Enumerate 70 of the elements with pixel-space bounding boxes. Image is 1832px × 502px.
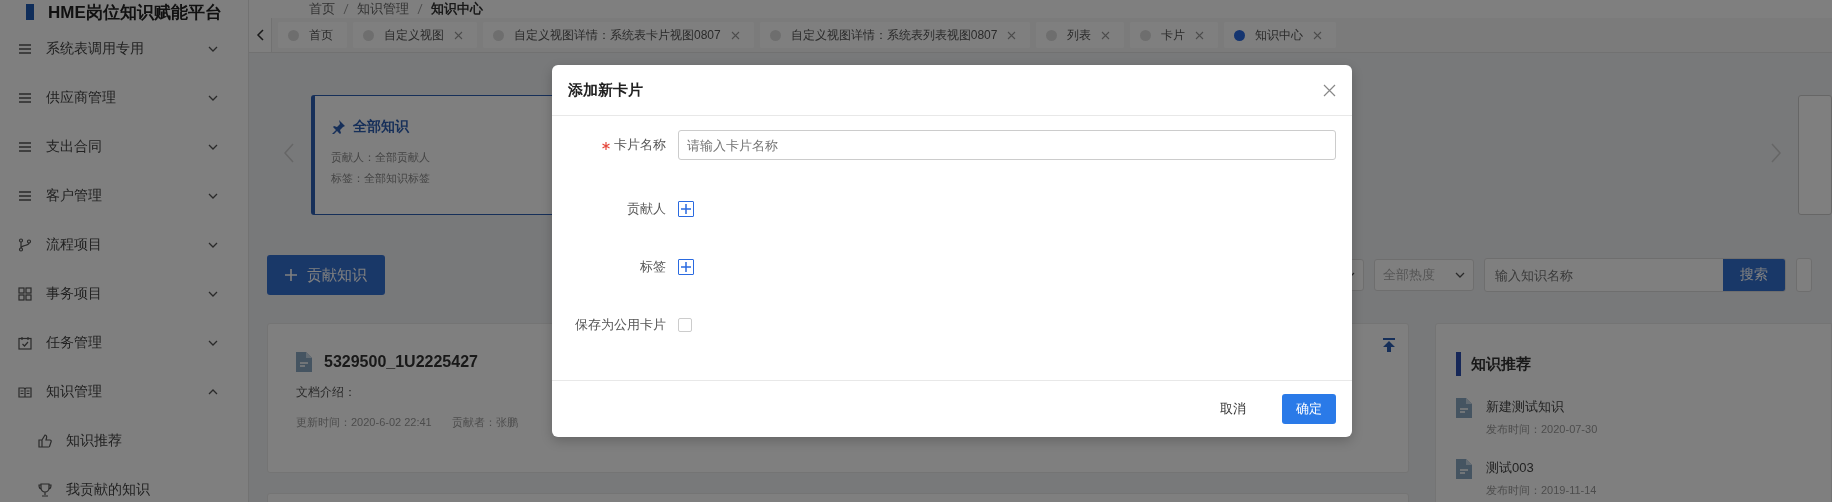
- breadcrumb-separator-icon: [417, 3, 423, 15]
- book-icon: [18, 384, 32, 399]
- close-icon[interactable]: [1101, 30, 1111, 40]
- menu-icon: [18, 188, 32, 203]
- sidebar-item[interactable]: 供应商管理: [0, 73, 248, 122]
- sidebar-item[interactable]: 支出合同: [0, 122, 248, 171]
- grid-icon: [18, 286, 32, 301]
- close-button[interactable]: [1323, 83, 1336, 97]
- page-tab[interactable]: 知识中心: [1224, 22, 1337, 48]
- sidebar-item[interactable]: 事务项目: [0, 269, 248, 318]
- page-tab[interactable]: 首页: [278, 22, 347, 48]
- panel-title: 知识推荐: [1456, 352, 1811, 376]
- document-icon: [1456, 459, 1472, 479]
- field-label: 贡献人: [626, 200, 667, 218]
- breadcrumb-separator-icon: [343, 3, 349, 15]
- sidebar-item[interactable]: 任务管理: [0, 318, 248, 367]
- close-icon[interactable]: [730, 30, 740, 40]
- calendar-icon: [18, 335, 32, 350]
- branch-icon: [18, 237, 32, 252]
- breadcrumb-item[interactable]: 知识中心: [431, 0, 483, 18]
- field-label: 标签: [639, 258, 667, 276]
- menu-icon: [18, 41, 32, 56]
- add-button[interactable]: [678, 201, 694, 217]
- plus-icon: [285, 269, 297, 281]
- sidebar-item[interactable]: 客户管理: [0, 171, 248, 220]
- chevron-icon: [1455, 270, 1465, 280]
- logo-icon: [26, 4, 34, 20]
- chevron-left-icon: [256, 29, 264, 41]
- page-tab[interactable]: 卡片: [1130, 22, 1219, 48]
- sidebar-item[interactable]: 知识推荐: [0, 416, 248, 465]
- recommend-title[interactable]: 新建测试知识: [1486, 398, 1598, 416]
- confirm-button[interactable]: 确定: [1282, 394, 1336, 424]
- add-button[interactable]: [678, 259, 694, 275]
- tab-dot-icon: [1234, 29, 1246, 41]
- app-title: HME岗位知识赋能平台: [48, 1, 222, 24]
- page-tab[interactable]: 自定义视图详情：系统表列表视图0807: [759, 22, 1031, 48]
- view-card[interactable]: [1798, 95, 1832, 215]
- menu-icon: [18, 139, 32, 154]
- breadcrumb-item[interactable]: 首页: [309, 0, 335, 18]
- page-tab[interactable]: 自定义视图详情：系统表卡片视图0807: [483, 22, 754, 48]
- document-title: 5329500_1U2225427: [324, 353, 478, 371]
- card-name-field[interactable]: 请输入卡片名称: [678, 130, 1336, 160]
- thumbs-up-icon: [38, 433, 52, 448]
- close-icon[interactable]: [1007, 30, 1017, 40]
- field-label: 保存为公用卡片: [574, 316, 667, 334]
- search-field[interactable]: 输入知识名称 搜索: [1484, 258, 1786, 292]
- menu-icon: [18, 90, 32, 105]
- document-icon: [1456, 398, 1472, 418]
- page-tab[interactable]: 自定义视图: [353, 22, 477, 48]
- close-icon[interactable]: [1195, 30, 1205, 40]
- sidebar-item[interactable]: 知识管理: [0, 367, 248, 416]
- document-icon: [296, 352, 312, 372]
- sidebar-item[interactable]: 我贡献的知识: [0, 465, 248, 502]
- close-icon[interactable]: [1313, 30, 1323, 40]
- sidebar-item[interactable]: 流程项目: [0, 220, 248, 269]
- recommend-title[interactable]: 测试003: [1486, 459, 1597, 477]
- close-icon[interactable]: [454, 30, 463, 40]
- card-title: 全部知识: [353, 118, 409, 136]
- checkbox[interactable]: [678, 318, 692, 332]
- document-intro: 文档介绍：: [296, 384, 357, 401]
- contribute-button[interactable]: 贡献知识: [267, 255, 385, 295]
- trophy-icon: [38, 482, 52, 497]
- sidebar-item[interactable]: 系统表调用专用: [0, 24, 248, 73]
- pin-to-top-icon[interactable]: [1382, 338, 1396, 352]
- breadcrumb-item[interactable]: 知识管理: [357, 0, 409, 18]
- scroll-left-button[interactable]: [249, 18, 272, 52]
- search-button[interactable]: 搜索: [1723, 259, 1785, 291]
- pin-icon: [331, 120, 345, 134]
- field-label: 卡片名称: [568, 136, 678, 154]
- page-tab[interactable]: 列表: [1036, 22, 1125, 48]
